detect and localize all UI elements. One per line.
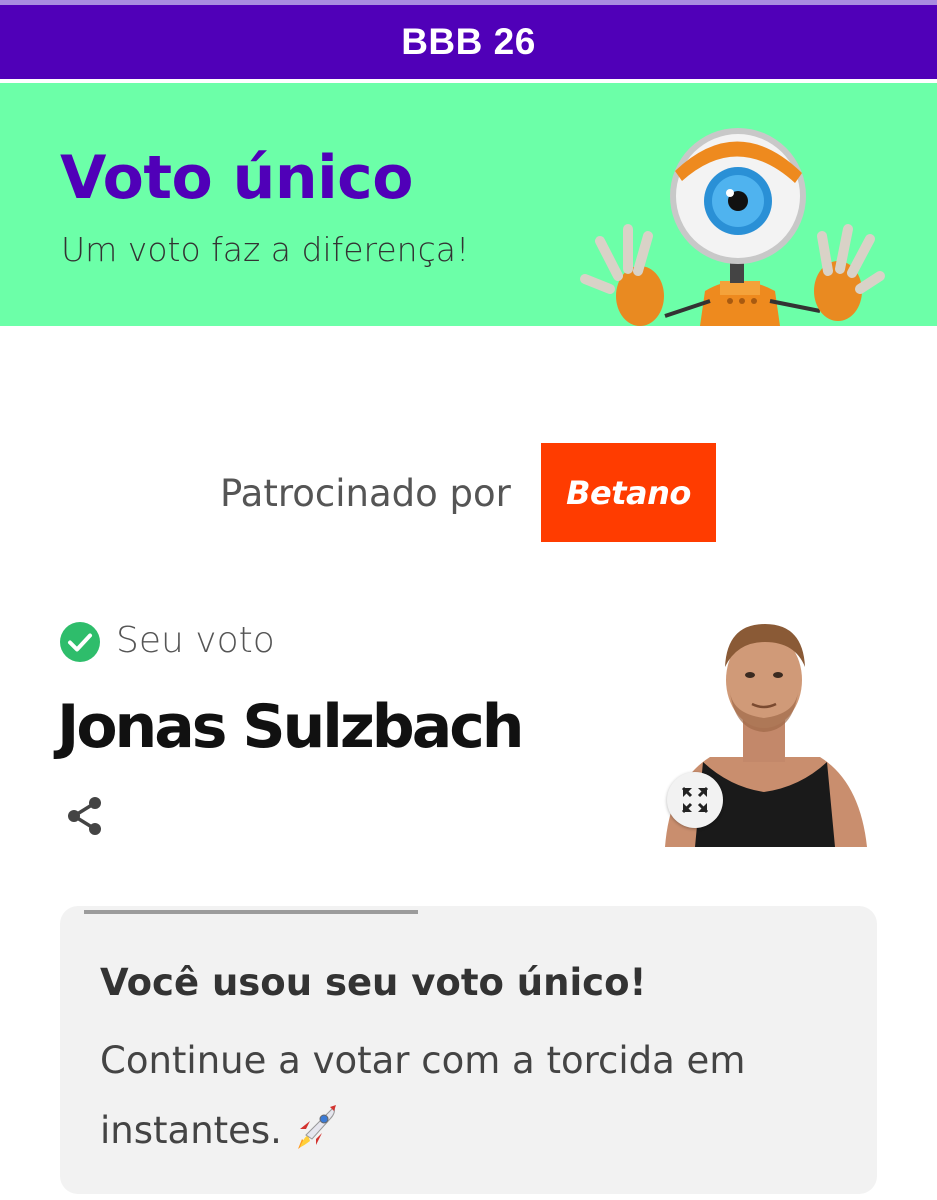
vote-status-label: Seu voto [116,620,275,661]
hero-banner: Voto único Um voto faz a diferença! [0,83,937,326]
big-brother-eye-mascot-icon [580,128,885,326]
notice-title: Você usou seu voto único! [100,961,647,1004]
notice-message: Continue a votar com a torcida em instan… [100,1039,746,1152]
candidate-name: Jonas Sulzbach [57,692,524,762]
sponsor-brand: Betano [566,473,691,512]
expand-photo-button[interactable] [667,772,723,828]
rocket-icon [297,1105,336,1149]
hero-subtitle: Um voto faz a diferença! [61,230,470,269]
vote-used-notice: Você usou seu voto único! Continue a vot… [60,906,877,1194]
sponsor-logo[interactable]: Betano [541,443,716,542]
header-title: BBB 26 [401,21,536,62]
app-header: BBB 26 [0,5,937,79]
notice-progress-bar [84,910,418,914]
expand-icon [681,786,709,814]
share-icon[interactable] [64,795,106,837]
hero-title: Voto único [60,143,413,213]
notice-message-wrap: Continue a votar com a torcida em instan… [100,1026,800,1166]
sponsor-label: Patrocinado por [220,472,511,515]
check-circle-icon [60,622,100,662]
